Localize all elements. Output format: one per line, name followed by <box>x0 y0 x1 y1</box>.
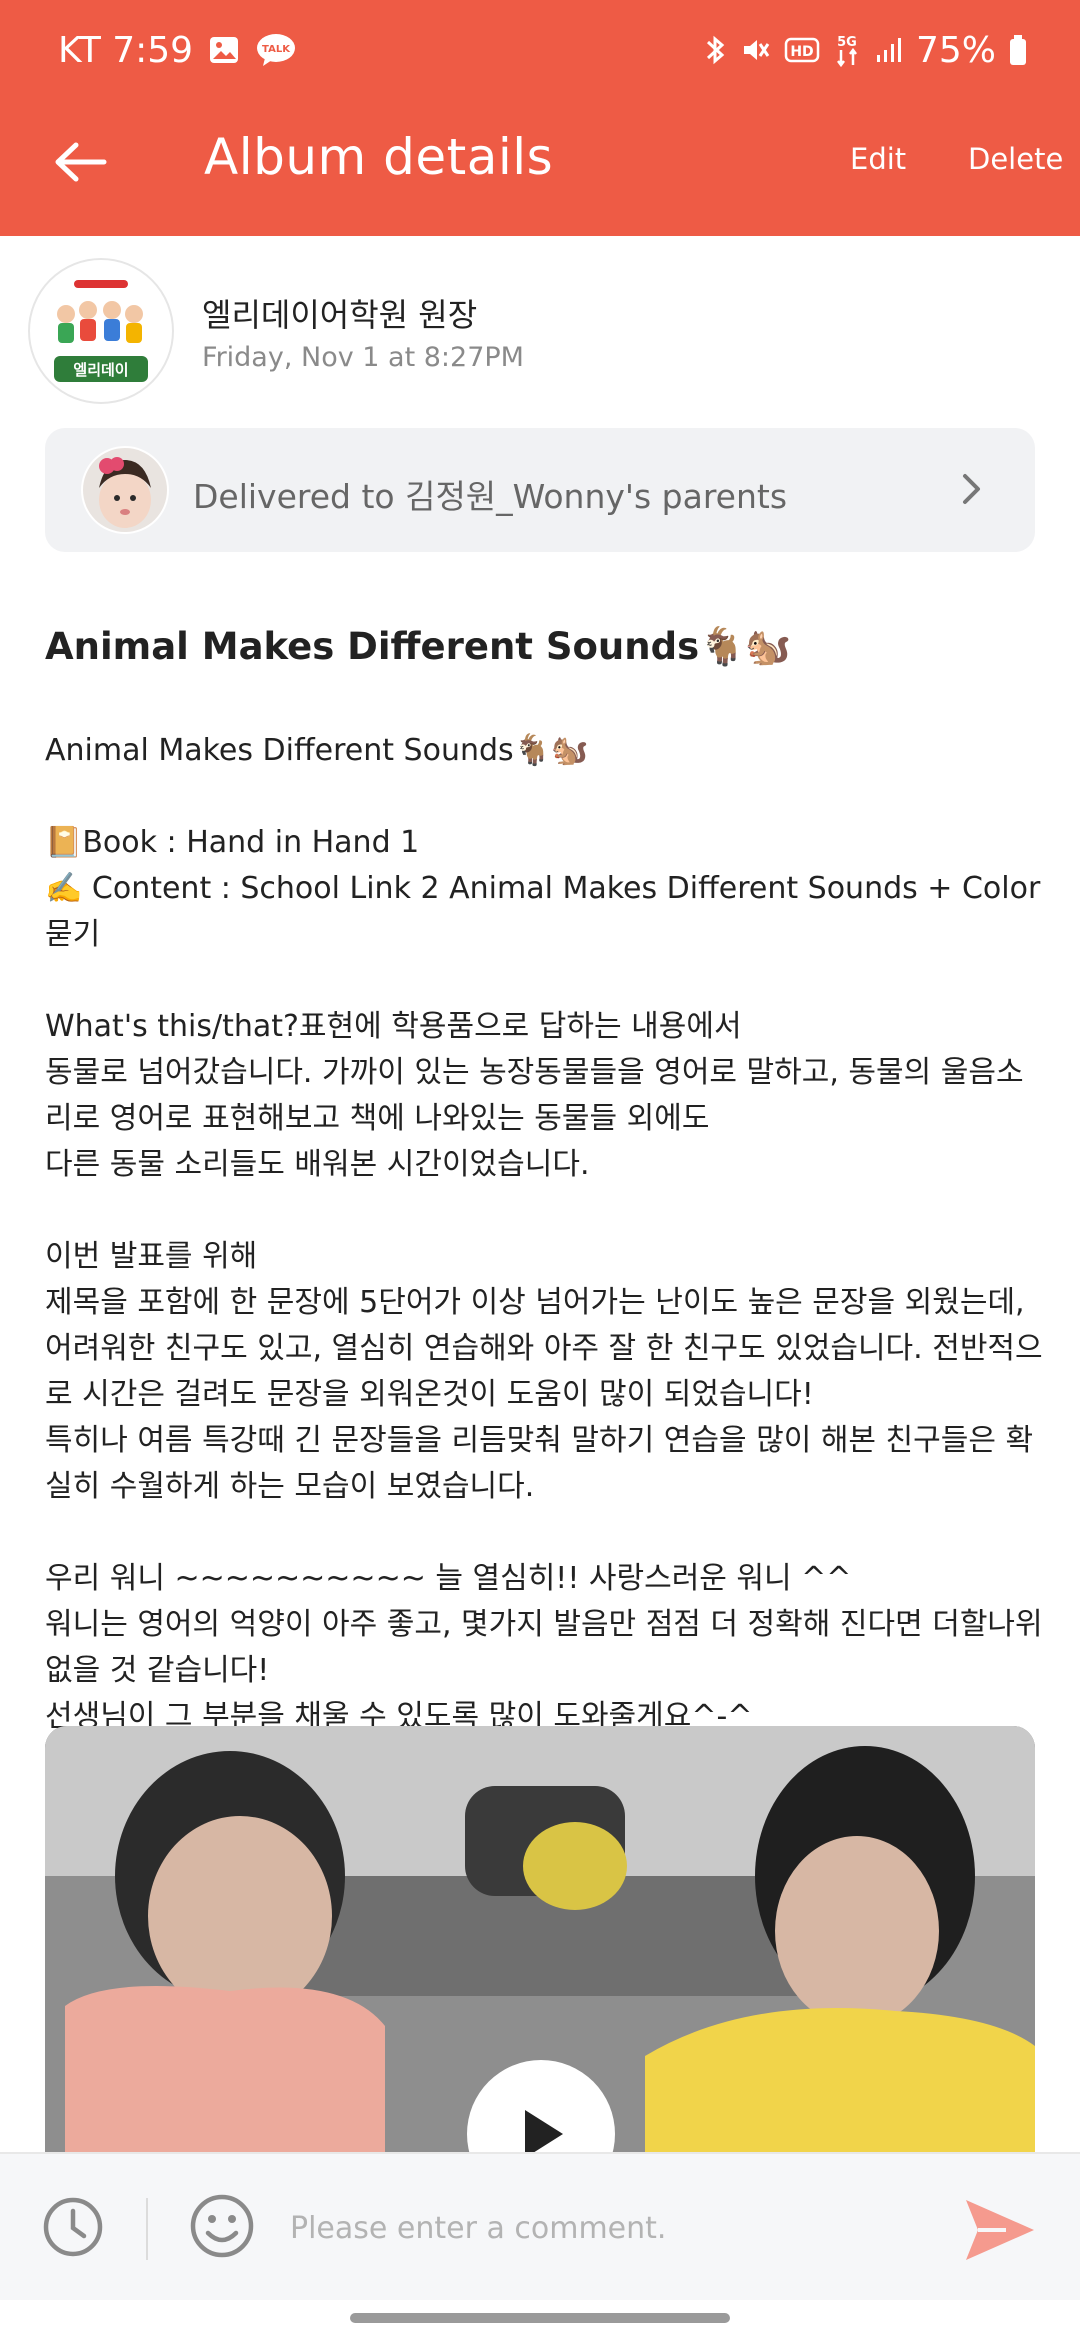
signal-icon <box>874 35 904 65</box>
hd-icon: HD <box>784 35 820 65</box>
mute-icon <box>740 34 772 66</box>
arrow-left-icon <box>55 142 107 182</box>
svg-text:HD: HD <box>790 44 813 60</box>
logo-text: 엘리데이 <box>73 361 128 379</box>
back-button[interactable] <box>48 130 112 194</box>
home-indicator[interactable] <box>350 2313 730 2323</box>
post-author: 엘리데이 엘리데이어학원 원장 Friday, Nov 1 at 8:27PM <box>28 258 1048 408</box>
comment-bar <box>0 2152 1080 2300</box>
avatar <box>81 446 169 534</box>
send-icon[interactable] <box>962 2194 1038 2266</box>
author-name: 엘리데이어학원 원장 <box>202 296 478 334</box>
app-bar: KT 7:59 TALK HD 5G 75% Album details Edi… <box>0 0 1080 236</box>
svg-text:5G: 5G <box>837 35 857 50</box>
play-icon <box>525 2110 563 2156</box>
emoji-icon[interactable] <box>188 2192 256 2260</box>
delivered-to-text: Delivered to 김정원_Wonny's parents <box>193 477 788 516</box>
clock-icon[interactable] <box>40 2194 106 2260</box>
video-thumbnail[interactable] <box>45 1726 1035 2156</box>
comment-input[interactable] <box>290 2194 910 2262</box>
bluetooth-icon <box>702 33 728 67</box>
divider <box>146 2198 148 2260</box>
battery-icon <box>1008 33 1028 67</box>
academy-logo[interactable]: 엘리데이 <box>28 258 174 404</box>
network-5g-icon: 5G <box>832 32 862 68</box>
delete-button[interactable]: Delete <box>968 142 1063 176</box>
delivered-to-row[interactable]: Delivered to 김정원_Wonny's parents <box>45 428 1035 552</box>
status-time: KT 7:59 <box>58 29 194 71</box>
post-body: Animal Makes Different Sounds🐐🐿️ 📔Book :… <box>45 733 1043 1734</box>
gallery-icon <box>207 33 241 67</box>
status-bar: KT 7:59 TALK HD 5G 75% <box>0 0 1080 100</box>
page-title: Album details <box>204 128 554 186</box>
edit-button[interactable]: Edit <box>850 142 906 176</box>
post-date: Friday, Nov 1 at 8:27PM <box>202 342 524 373</box>
svg-text:TALK: TALK <box>262 44 291 55</box>
talk-icon: TALK <box>255 32 297 68</box>
chevron-right-icon <box>961 472 983 510</box>
post-title: Animal Makes Different Sounds🐐🐿️ <box>45 625 792 668</box>
toolbar: Album details Edit Delete <box>0 100 1080 236</box>
battery-percent: 75% <box>915 29 996 71</box>
